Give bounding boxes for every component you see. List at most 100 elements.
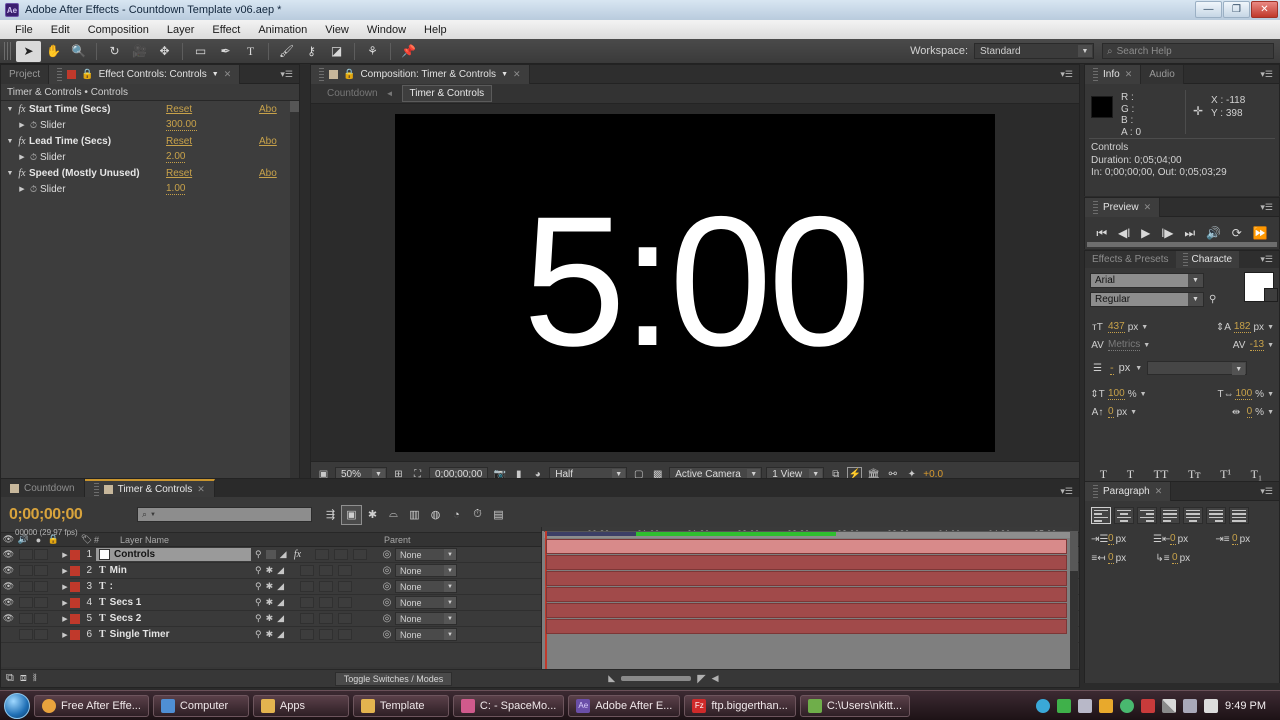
layer-bar[interactable] [546, 539, 1067, 554]
composition-viewer[interactable]: 5:00 [311, 104, 1079, 461]
disclosure-triangle-icon[interactable]: ▶ [60, 599, 70, 607]
last-frame-icon[interactable]: ⏭ [1184, 226, 1195, 241]
disclosure-triangle-icon[interactable]: ▶ [17, 185, 27, 193]
frame-blending-icon[interactable]: ⌓ [383, 505, 404, 525]
preview-progress-bar[interactable] [1087, 242, 1277, 247]
layer-switches[interactable]: ⚲ ✱ ◢ [251, 629, 379, 640]
stroke-width-value[interactable]: - [1110, 362, 1114, 375]
stroke-color-swatch[interactable] [1264, 288, 1278, 302]
chevron-down-icon[interactable]: ▼ [501, 71, 508, 78]
effect-reset-link[interactable]: Reset [166, 136, 192, 147]
taskbar-item-computer[interactable]: Computer [152, 694, 249, 717]
effect-header-row[interactable]: ▼ fx Lead Time (Secs) Reset Abo [1, 133, 299, 149]
eraser-tool-icon[interactable]: ◪ [324, 41, 349, 62]
taskbar-clock[interactable]: 9:49 PM [1225, 700, 1274, 712]
close-icon[interactable]: ✕ [224, 69, 232, 80]
close-icon[interactable]: ✕ [1144, 202, 1152, 213]
panel-menu-icon[interactable]: ▾☰ [1260, 202, 1273, 213]
disclosure-triangle-icon[interactable]: ▶ [60, 551, 70, 559]
timeline-tab-timer-controls[interactable]: Timer & Controls ✕ [84, 479, 215, 497]
workspace-select[interactable]: Standard ▼ [974, 43, 1094, 59]
baseline-shift-value[interactable]: 0 [1108, 406, 1114, 418]
eyedropper-icon[interactable]: ⚲ [1209, 294, 1216, 305]
collapse-icon[interactable]: ✱ [266, 597, 274, 608]
draft-3d-icon[interactable]: ▣ [341, 504, 362, 525]
chevron-down-icon[interactable]: ▼ [1135, 365, 1142, 372]
disclosure-triangle-icon[interactable]: ▶ [60, 615, 70, 623]
parent-select[interactable]: None ▼ [395, 596, 457, 609]
shy-icon[interactable]: ⚲ [255, 549, 262, 560]
selection-tool-icon[interactable]: ➤ [16, 40, 41, 62]
taskbar-item-after-effects[interactable]: Ae Adobe After E... [568, 694, 681, 717]
menu-edit[interactable]: Edit [42, 22, 79, 38]
font-size-field[interactable]: ᴛT 437 px ▼ [1090, 321, 1148, 333]
hand-tool-icon[interactable]: ✋ [41, 41, 66, 62]
play-icon[interactable]: ▶ [1141, 226, 1150, 240]
first-frame-icon[interactable]: ⏮ [1096, 226, 1107, 241]
close-icon[interactable]: ✕ [1125, 69, 1133, 80]
search-help-input[interactable]: ⌕ Search Help [1102, 43, 1274, 59]
effect-header-row[interactable]: ▼ fx Speed (Mostly Unused) Reset Abo [1, 165, 299, 181]
collapse-icon[interactable]: ✱ [266, 629, 274, 640]
tab-composition[interactable]: 🔒 Composition: Timer & Controls ▼ ✕ [311, 64, 530, 84]
layer-visibility-toggle[interactable]: 👁 [1, 565, 16, 576]
shy-icon[interactable]: ⚲ [255, 629, 262, 640]
space-after-field[interactable]: ↳≡ 0 px [1155, 552, 1215, 564]
faux-bold-button[interactable]: T [1100, 467, 1107, 482]
parent-pickwhip-icon[interactable]: ◎ [379, 613, 395, 624]
horizontal-scale-value[interactable]: 100 [1235, 388, 1253, 400]
zoom-tool-icon[interactable]: 🔍 [66, 41, 91, 62]
parent-select[interactable]: None ▼ [395, 548, 457, 561]
chevron-down-icon[interactable]: ▼ [212, 71, 219, 78]
close-icon[interactable]: ✕ [1155, 486, 1163, 497]
layer-visibility-toggle[interactable]: 👁 [1, 581, 16, 592]
brainstorm-icon[interactable]: ◍ [425, 505, 446, 525]
chevron-down-icon[interactable]: ▼ [1267, 391, 1274, 398]
auto-keyframe-icon[interactable]: ⏱ [467, 505, 488, 525]
panel-menu-icon[interactable]: ▾☰ [1060, 486, 1073, 497]
chevron-down-icon[interactable]: ▼ [1140, 391, 1147, 398]
next-frame-icon[interactable]: ǀ▶ [1161, 226, 1173, 240]
volume-icon[interactable] [1204, 698, 1219, 713]
shy-icon[interactable]: ⚲ [255, 597, 262, 608]
tab-preview[interactable]: Preview ✕ [1085, 197, 1161, 217]
small-caps-button[interactable]: Tᴛ [1188, 467, 1201, 482]
layer-solo-toggle[interactable] [34, 549, 48, 560]
tray-icon-network[interactable] [1078, 698, 1093, 713]
zoom-in-icon[interactable]: ◤ [697, 672, 705, 685]
layer-audio-toggle[interactable] [19, 549, 33, 560]
menu-file[interactable]: File [6, 22, 42, 38]
tab-audio[interactable]: Audio [1141, 64, 1184, 84]
timeline-search-input[interactable]: ⌕ ▼ [137, 507, 312, 522]
menu-window[interactable]: Window [358, 22, 415, 38]
tray-icon-1[interactable] [1036, 698, 1051, 713]
disclosure-triangle-icon[interactable]: ▶ [17, 121, 27, 129]
effect-about-link[interactable]: Abo [259, 136, 277, 147]
menu-effect[interactable]: Effect [203, 22, 249, 38]
tab-character[interactable]: Characte [1175, 251, 1240, 268]
effect-reset-link[interactable]: Reset [166, 168, 192, 179]
shy-icon[interactable]: ⚲ [255, 565, 262, 576]
layer-switches[interactable]: ⚲ ✱ ◢ [251, 581, 379, 592]
shy-icon[interactable]: ⚲ [255, 613, 262, 624]
breadcrumb-parent[interactable]: Countdown [327, 88, 378, 99]
frame-blend-icon[interactable]: ⧈ [20, 672, 27, 685]
taskbar-item-chrome[interactable]: Free After Effe... [34, 694, 149, 717]
justify-last-left-icon[interactable] [1160, 507, 1180, 524]
close-icon[interactable]: ✕ [197, 484, 205, 495]
hide-shy-layers-icon[interactable]: ✱ [362, 505, 383, 525]
stopwatch-icon[interactable]: ⏱ [27, 184, 40, 195]
menu-layer[interactable]: Layer [158, 22, 204, 38]
type-tool-icon[interactable]: T [238, 41, 263, 62]
chevron-down-icon[interactable]: ▼ [1267, 342, 1274, 349]
composition-canvas[interactable]: 5:00 [395, 113, 995, 452]
disclosure-triangle-icon[interactable]: ▼ [5, 138, 15, 145]
disclosure-triangle-icon[interactable]: ▶ [17, 153, 27, 161]
clone-stamp-tool-icon[interactable]: ⚷ [299, 41, 324, 62]
stroke-order-select[interactable]: ▼ [1147, 361, 1248, 375]
indent-left-value[interactable]: 0 [1108, 533, 1114, 545]
shape-tool-icon[interactable]: ▭ [188, 41, 213, 62]
layer-name[interactable]: T : [96, 580, 251, 593]
layer-audio-toggle[interactable] [19, 629, 33, 640]
parent-select[interactable]: None ▼ [395, 628, 457, 641]
